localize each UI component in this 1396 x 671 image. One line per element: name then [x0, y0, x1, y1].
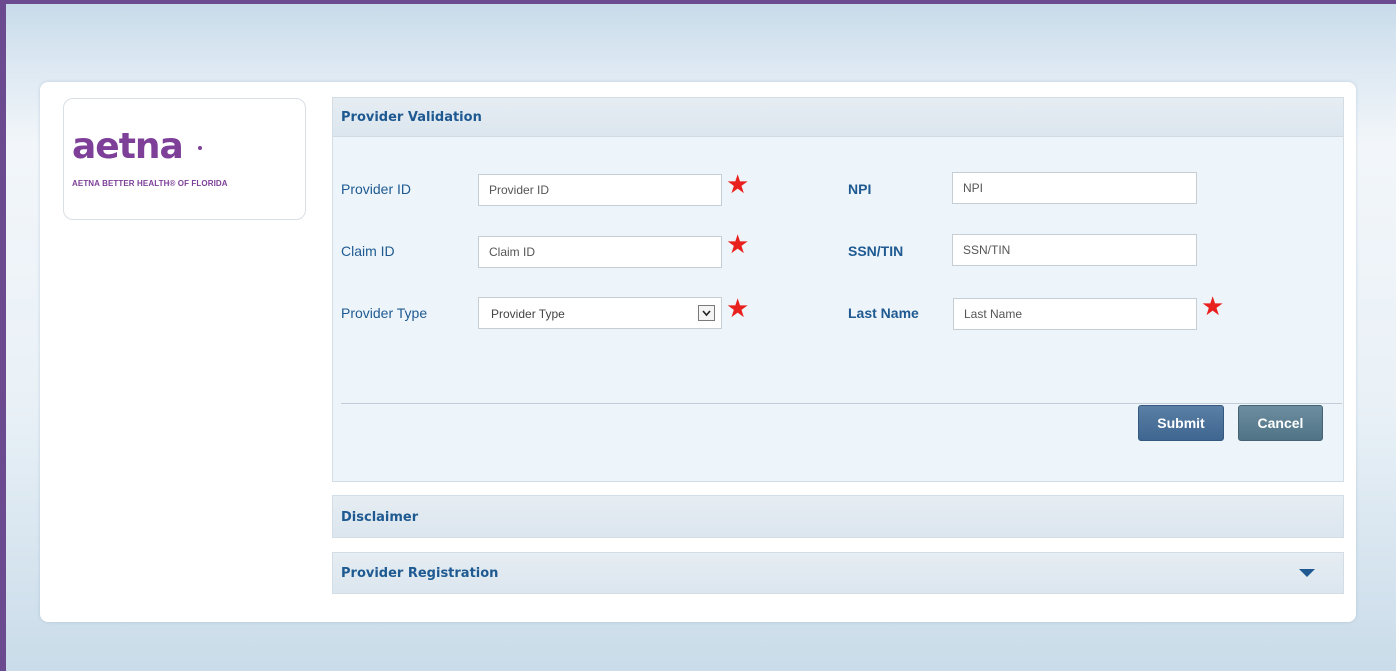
- provider-validation-header[interactable]: Provider Validation: [333, 98, 1343, 137]
- claim-id-input[interactable]: [478, 236, 722, 268]
- cancel-button[interactable]: Cancel: [1238, 405, 1323, 441]
- provider-id-input[interactable]: [478, 174, 722, 206]
- ssn-tin-input[interactable]: [952, 234, 1197, 266]
- claim-id-required-icon: ★: [726, 229, 750, 259]
- provider-type-select[interactable]: Provider Type: [478, 297, 722, 329]
- provider-type-selected-value: Provider Type: [491, 307, 565, 321]
- disclaimer-panel: Disclaimer: [332, 495, 1344, 538]
- dropdown-arrow-icon[interactable]: [698, 305, 715, 321]
- npi-input[interactable]: [952, 172, 1197, 204]
- logo-wordmark: aetna: [72, 126, 184, 167]
- provider-type-label: Provider Type: [341, 305, 428, 321]
- provider-registration-panel: Provider Registration: [332, 552, 1344, 594]
- provider-id-required-icon: ★: [726, 169, 750, 199]
- provider-registration-header[interactable]: Provider Registration: [333, 553, 1343, 593]
- logo-tagline: AETNA BETTER HEALTH® OF FLORIDA: [72, 179, 228, 188]
- claim-id-label: Claim ID: [341, 243, 395, 259]
- ssn-tin-label: SSN/TIN: [848, 243, 904, 259]
- form-divider: [341, 403, 1342, 404]
- npi-label: NPI: [848, 181, 872, 197]
- chevron-down-icon[interactable]: [1299, 569, 1315, 577]
- provider-id-label: Provider ID: [341, 181, 412, 197]
- disclaimer-header[interactable]: Disclaimer: [333, 496, 1343, 537]
- logo-dot: [198, 146, 202, 150]
- last-name-label: Last Name: [848, 305, 919, 321]
- submit-button[interactable]: Submit: [1138, 405, 1224, 441]
- last-name-input[interactable]: [953, 298, 1197, 330]
- provider-type-required-icon: ★: [726, 293, 750, 323]
- aetna-logo: aetna AETNA BETTER HEALTH® OF FLORIDA: [63, 98, 306, 220]
- last-name-required-icon: ★: [1201, 291, 1225, 321]
